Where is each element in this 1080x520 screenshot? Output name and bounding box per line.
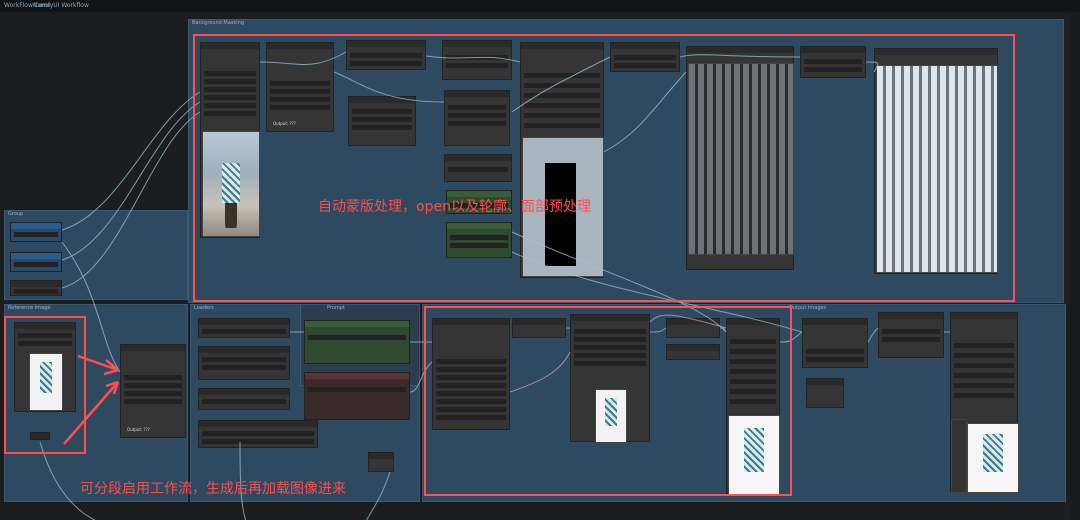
annotation-text-bottom: 可分段启用工作流，生成后再加载图像进来 <box>80 481 346 497</box>
annotation-box-output <box>424 306 792 496</box>
annotation-box-top <box>193 34 1015 302</box>
node-canvas[interactable]: Background Masking Group Reference Image… <box>0 12 1070 520</box>
top-bar: WorkFlowName ComfyUI Workflow <box>0 0 1080 12</box>
annotation-box-reference <box>4 316 86 454</box>
breadcrumb-item[interactable]: ComfyUI Workflow <box>34 0 89 12</box>
annotation-text-top: 自动蒙版处理，open以及轮廓、面部预处理 <box>318 199 591 215</box>
